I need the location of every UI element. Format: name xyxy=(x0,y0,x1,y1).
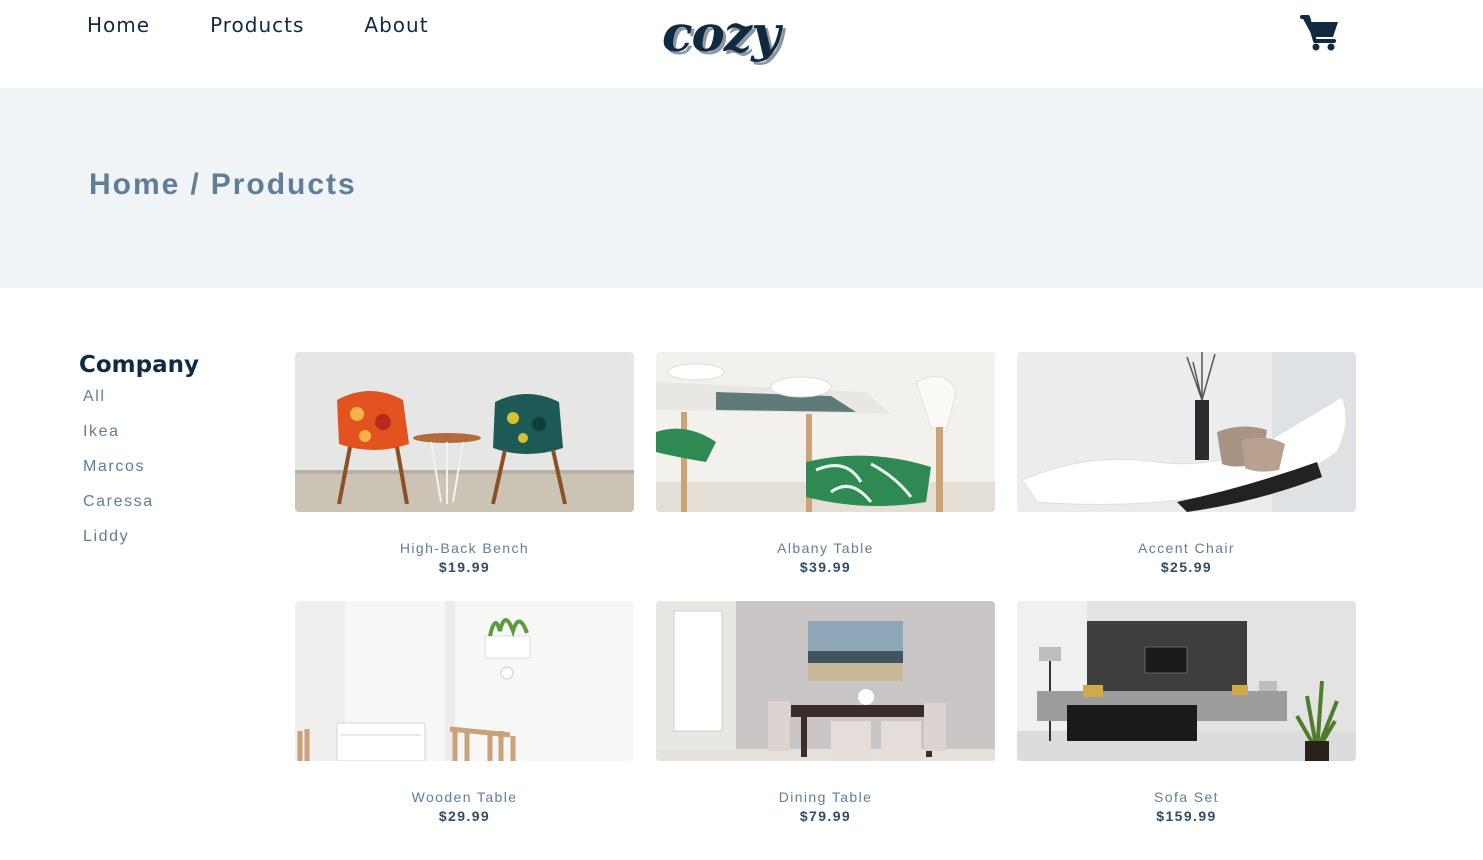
cart-button[interactable] xyxy=(1300,14,1342,52)
filter-company-caressa[interactable]: Caressa xyxy=(83,493,154,511)
filter-title: Company xyxy=(79,352,199,378)
nav-link-products[interactable]: Products xyxy=(210,13,304,37)
nav-link-home[interactable]: Home xyxy=(87,13,150,37)
breadcrumb-current: Products xyxy=(210,168,357,201)
filter-company-liddy[interactable]: Liddy xyxy=(83,528,129,546)
product-price: $29.99 xyxy=(438,808,491,824)
breadcrumb: Home / Products xyxy=(89,168,357,202)
product-name: Wooden Table xyxy=(411,789,518,805)
shopping-cart-icon xyxy=(1300,15,1338,51)
product-card[interactable]: Sofa Set $159.99 xyxy=(1017,601,1356,824)
product-price: $159.99 xyxy=(1156,808,1217,824)
product-price: $25.99 xyxy=(1160,559,1213,575)
products-section: Company All Ikea Marcos Caressa Liddy Hi… xyxy=(0,288,1483,860)
product-image[interactable] xyxy=(295,352,634,512)
page-hero: Home / Products xyxy=(0,88,1483,288)
product-name: Albany Table xyxy=(777,540,874,556)
product-image[interactable] xyxy=(656,601,995,761)
product-card[interactable]: Accent Chair $25.99 xyxy=(1017,352,1356,575)
product-price: $79.99 xyxy=(799,808,852,824)
filter-company-ikea[interactable]: Ikea xyxy=(83,423,120,441)
filter-company-marcos[interactable]: Marcos xyxy=(83,458,145,476)
product-price: $39.99 xyxy=(799,559,852,575)
navbar: Home Products About cozy xyxy=(0,0,1483,88)
nav-link-about[interactable]: About xyxy=(364,13,428,37)
product-image[interactable] xyxy=(295,601,634,761)
company-filter: Company All Ikea Marcos Caressa Liddy xyxy=(79,352,199,563)
products-grid: High-Back Bench $19.99 Albany Table $39.… xyxy=(295,352,1356,824)
filter-company-all[interactable]: All xyxy=(83,388,106,406)
product-card[interactable]: Dining Table $79.99 xyxy=(656,601,995,824)
brand-logo[interactable]: cozy xyxy=(662,4,780,63)
product-image[interactable] xyxy=(1017,352,1356,512)
product-name: Accent Chair xyxy=(1138,540,1235,556)
product-card[interactable]: High-Back Bench $19.99 xyxy=(295,352,634,575)
breadcrumb-separator: / xyxy=(190,168,201,201)
product-card[interactable]: Wooden Table $29.99 xyxy=(295,601,634,824)
product-price: $19.99 xyxy=(438,559,491,575)
product-image[interactable] xyxy=(656,352,995,512)
product-name: Sofa Set xyxy=(1154,789,1219,805)
product-name: High-Back Bench xyxy=(399,540,530,556)
breadcrumb-home[interactable]: Home xyxy=(89,168,180,202)
product-image[interactable] xyxy=(1017,601,1356,761)
product-name: Dining Table xyxy=(778,789,873,805)
product-card[interactable]: Albany Table $39.99 xyxy=(656,352,995,575)
nav-links: Home Products About xyxy=(87,13,489,37)
